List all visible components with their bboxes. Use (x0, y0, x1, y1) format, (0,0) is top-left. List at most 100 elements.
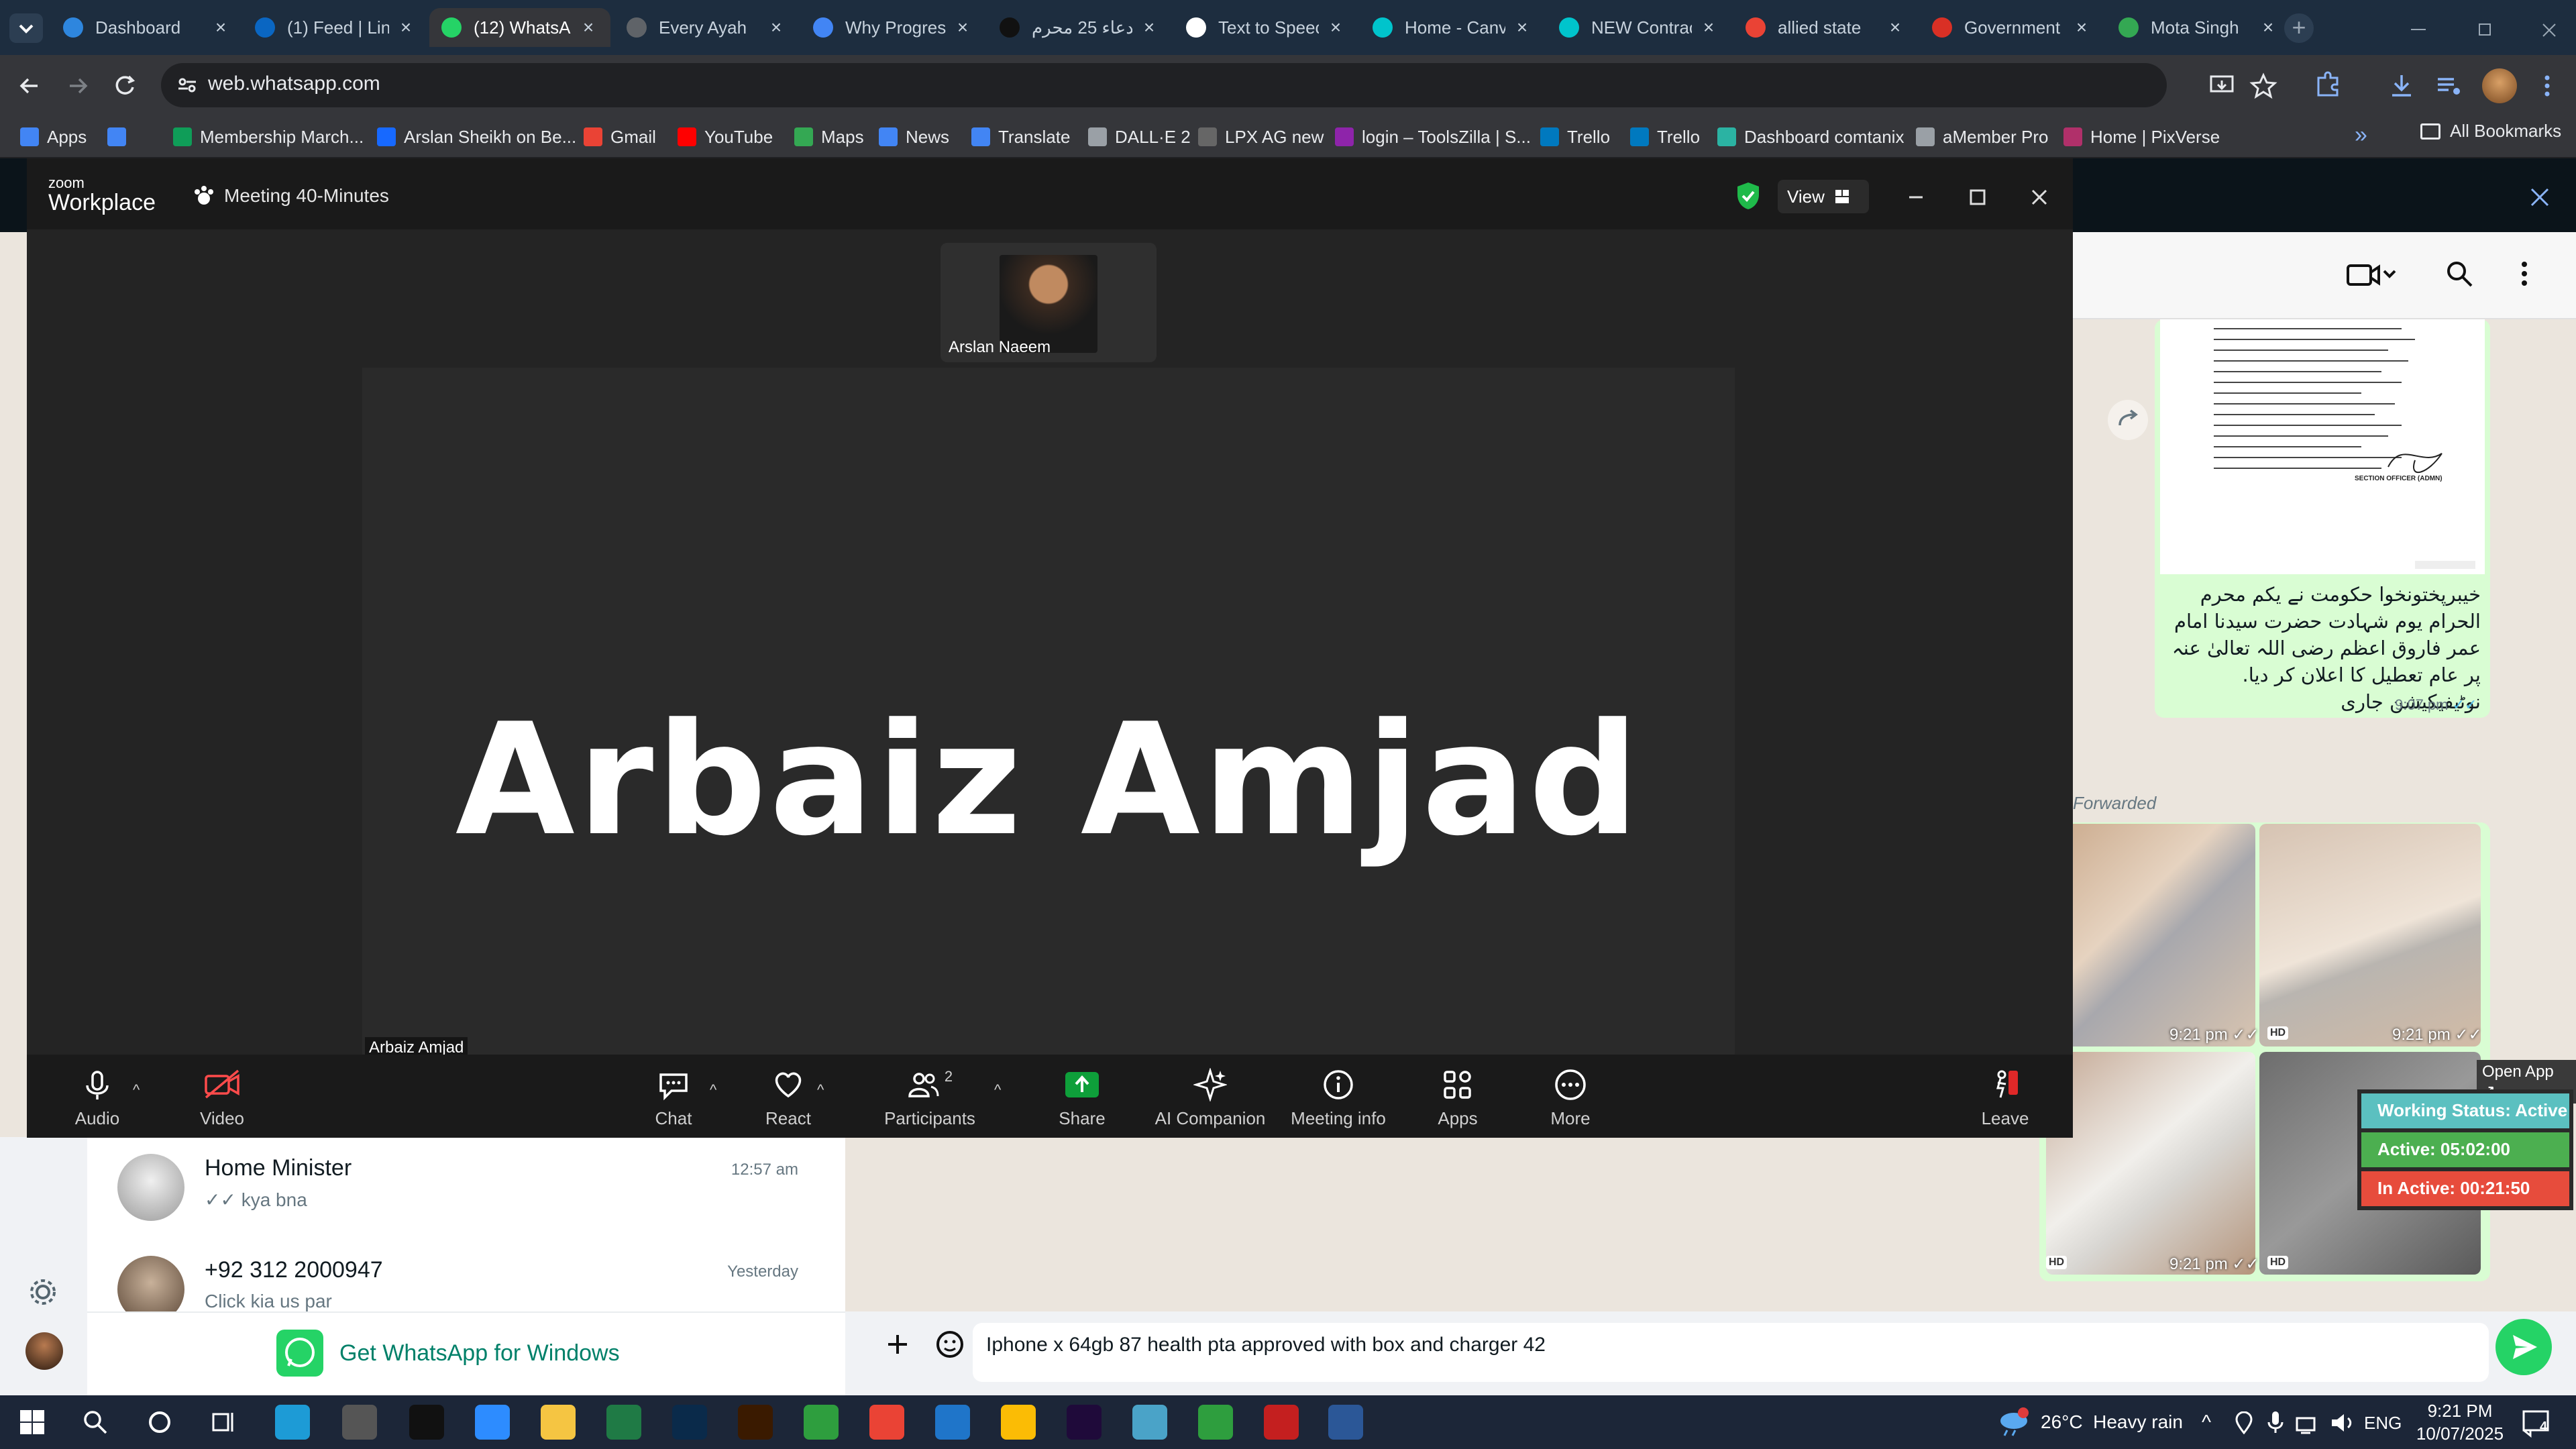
chat-button[interactable]: Chat (616, 1068, 731, 1138)
bookmark-item[interactable]: LPX AG new (1198, 122, 1324, 152)
react-options-caret[interactable]: ^ (817, 1081, 824, 1099)
browser-tab[interactable]: Text to Speech × (1174, 8, 1358, 47)
audio-button[interactable]: Audio (40, 1068, 154, 1138)
volume-icon[interactable] (2329, 1411, 2356, 1434)
bookmark-item[interactable]: Dashboard comtanix (1717, 122, 1904, 152)
start-button-icon[interactable] (19, 1409, 46, 1436)
zoom-minimize-button[interactable] (1902, 184, 1929, 211)
bookmark-item[interactable] (107, 122, 134, 152)
cortana-icon[interactable] (145, 1407, 174, 1437)
forward-message-icon[interactable] (2108, 400, 2148, 440)
photo-phone-edge[interactable] (2259, 824, 2481, 1046)
new-tab-button[interactable]: + (2284, 13, 2314, 43)
apps-button[interactable]: Apps (1401, 1068, 1515, 1138)
premiere-icon[interactable] (1067, 1405, 1102, 1440)
notepad-plus-icon[interactable] (804, 1405, 839, 1440)
ai-companion-button[interactable]: AI Companion (1152, 1068, 1268, 1138)
clock[interactable]: 9:21 PM 10/07/2025 (2410, 1399, 2510, 1445)
bookmark-item[interactable]: Arslan Sheikh on Be... (377, 122, 576, 152)
bookmark-item[interactable]: Trello (1540, 122, 1610, 152)
banner-close-icon[interactable] (2528, 185, 2552, 209)
browser-tab[interactable]: (12) WhatsApp × (429, 8, 610, 47)
browser-tab[interactable]: NEW Contract × (1547, 8, 1731, 47)
excel-icon[interactable] (606, 1405, 641, 1440)
settings-gear-icon[interactable] (27, 1276, 59, 1308)
back-button[interactable] (15, 71, 44, 101)
tab-close-icon[interactable]: × (766, 17, 786, 38)
browser-tab[interactable]: Home - Canva × (1360, 8, 1544, 47)
media-controls-icon[interactable] (2434, 71, 2463, 101)
chat-menu-icon[interactable] (2514, 259, 2534, 288)
extension-icon[interactable] (2313, 70, 2343, 99)
edge-icon[interactable] (275, 1405, 310, 1440)
bookmark-item[interactable]: Home | PixVerse (2063, 122, 2220, 152)
browser-tab[interactable]: Why Progress × (801, 8, 985, 47)
chrome-icon[interactable] (869, 1405, 904, 1440)
window-restore-button[interactable] (2469, 16, 2502, 43)
task-view-icon[interactable] (209, 1407, 239, 1437)
window-close-button[interactable] (2532, 16, 2566, 43)
browser-tab[interactable]: (1) Feed | LinkedIn × (243, 8, 428, 47)
tab-close-icon[interactable]: × (2258, 17, 2278, 38)
more-button[interactable]: More (1513, 1068, 1627, 1138)
tab-close-icon[interactable]: × (578, 17, 598, 38)
all-bookmarks-button[interactable]: All Bookmarks (2420, 121, 2561, 142)
bookmark-item[interactable]: login – ToolsZilla | S... (1335, 122, 1531, 152)
weather-widget[interactable]: 26°C Heavy rain (1998, 1407, 2183, 1437)
tab-close-icon[interactable]: × (1326, 17, 1346, 38)
tab-close-icon[interactable]: × (396, 17, 416, 38)
tab-close-icon[interactable]: × (211, 17, 231, 38)
tab-close-icon[interactable]: × (1139, 17, 1159, 38)
bookmark-item[interactable]: News (879, 122, 949, 152)
reload-button[interactable] (110, 71, 140, 101)
zoom-app-icon[interactable] (475, 1405, 510, 1440)
tab-close-icon[interactable]: × (2072, 17, 2092, 38)
browser-tab[interactable]: Government × (1920, 8, 2104, 47)
notifications-icon[interactable]: 4 (2521, 1409, 2555, 1438)
network-icon[interactable] (2294, 1411, 2321, 1434)
browser-tab[interactable]: دعاء 25 محرم × (987, 8, 1171, 47)
bookmark-item[interactable]: Gmail (584, 122, 656, 152)
pen-tool-icon[interactable] (342, 1405, 377, 1440)
zoom-close-button[interactable] (2026, 184, 2053, 211)
bookmark-item[interactable]: YouTube (678, 122, 773, 152)
photo-phone-side[interactable] (2046, 824, 2255, 1046)
chat-list-item[interactable]: Home Minister 12:57 am ✓✓ kya bna (87, 1140, 845, 1241)
forward-button[interactable] (63, 71, 93, 101)
site-info-icon[interactable] (176, 74, 199, 97)
language-indicator[interactable]: ENG (2364, 1413, 2402, 1434)
word-icon[interactable] (1328, 1405, 1363, 1440)
bookmark-item[interactable]: Trello (1630, 122, 1700, 152)
tab-close-icon[interactable]: × (1885, 17, 1905, 38)
document-preview[interactable]: SECTION OFFICER (ADMN) (2160, 319, 2485, 574)
window-minimize-button[interactable] (2402, 16, 2435, 43)
install-app-icon[interactable] (2207, 71, 2237, 101)
tab-search-button[interactable] (9, 13, 43, 43)
app-icon[interactable] (1132, 1405, 1167, 1440)
photoshop-icon[interactable] (672, 1405, 707, 1440)
illustrator-icon[interactable] (738, 1405, 773, 1440)
browser-tab[interactable]: Dashboard × (51, 8, 243, 47)
terminal-icon[interactable] (409, 1405, 444, 1440)
vscode-icon[interactable] (935, 1405, 970, 1440)
chat-options-caret[interactable]: ^ (710, 1081, 716, 1099)
address-bar[interactable] (161, 63, 2167, 107)
tray-overflow-icon[interactable]: ^ (2202, 1411, 2211, 1434)
react-button[interactable]: React (731, 1068, 845, 1138)
profile-avatar[interactable] (2482, 68, 2517, 103)
participants-button[interactable]: 2 Participants (872, 1068, 987, 1138)
bookmarks-overflow-icon[interactable]: » (2355, 122, 2381, 152)
chrome-active-icon[interactable] (1001, 1405, 1036, 1440)
tab-close-icon[interactable]: × (1512, 17, 1532, 38)
video-button[interactable]: Video (165, 1068, 279, 1138)
browser-tab[interactable]: allied state × (1733, 8, 1917, 47)
audio-options-caret[interactable]: ^ (133, 1081, 140, 1099)
bookmark-star-icon[interactable] (2249, 71, 2278, 101)
zoom-maximize-button[interactable] (1964, 184, 1991, 211)
file-explorer-icon[interactable] (541, 1405, 576, 1440)
bookmark-item[interactable]: Translate (971, 122, 1070, 152)
video-call-icon[interactable] (2345, 262, 2399, 288)
attach-plus-icon[interactable] (883, 1330, 912, 1359)
bookmark-item[interactable]: aMember Pro (1916, 122, 2049, 152)
send-button[interactable] (2496, 1319, 2552, 1375)
